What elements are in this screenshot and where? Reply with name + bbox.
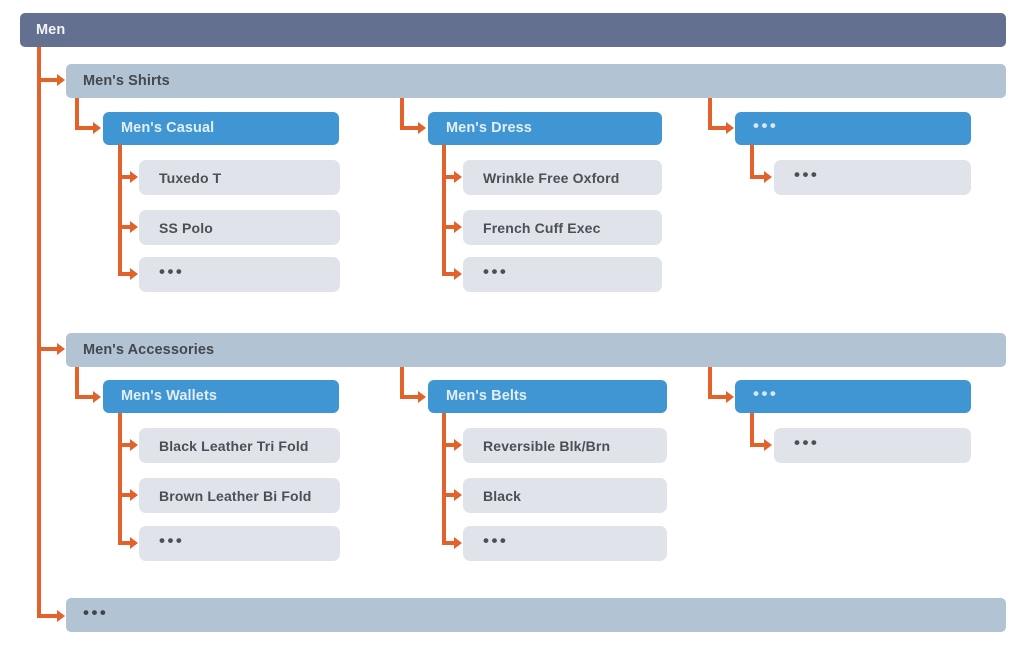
node-label: Brown Leather Bi Fold [159,487,312,504]
node-label: Men's Casual [121,120,215,137]
connector-accessories-more-trunk [750,412,754,447]
node-item-brown-leather-bi-fold[interactable]: Brown Leather Bi Fold [139,478,340,513]
arrow-shirts-to-dress [418,122,426,134]
connector-root-trunk [37,45,41,618]
node-item-dress-more[interactable]: ••• [463,257,662,292]
arrow-belts-to-item-1 [454,439,462,451]
arrow-dress-to-item-2 [454,221,462,233]
connector-dress-trunk [442,144,446,276]
node-label: Black [483,487,522,504]
ellipsis-icon: ••• [794,165,820,184]
node-label: French Cuff Exec [483,219,601,236]
node-item-shirts-more-child[interactable]: ••• [774,160,971,195]
node-item-reversible-blk-brn[interactable]: Reversible Blk/Brn [463,428,667,463]
arrow-wallets-to-item-3 [130,537,138,549]
node-item-black[interactable]: Black [463,478,667,513]
arrow-shirts-to-casual [93,122,101,134]
node-item-tuxedo-t[interactable]: Tuxedo T [139,160,340,195]
node-item-accessories-more-child[interactable]: ••• [774,428,971,463]
connector-root-to-accessories [37,347,59,351]
arrow-accessories-to-wallets [93,391,101,403]
arrow-root-to-shirts [57,74,65,86]
arrow-root-to-more [57,610,65,622]
node-item-belts-more[interactable]: ••• [463,526,667,561]
connector-accessories-to-wallets [75,395,95,399]
arrow-shirts-to-more [726,122,734,134]
node-branch-more[interactable]: ••• [66,598,1006,632]
node-label: SS Polo [159,219,213,236]
connector-casual-trunk [118,144,122,276]
node-item-wrinkle-free-oxford[interactable]: Wrinkle Free Oxford [463,160,662,195]
ellipsis-icon: ••• [753,384,779,403]
ellipsis-icon: ••• [159,262,185,281]
node-label: Black Leather Tri Fold [159,437,309,454]
node-label: Reversible Blk/Brn [483,437,611,454]
ellipsis-icon: ••• [753,116,779,135]
node-label: Men's Shirts [83,72,170,89]
arrow-casual-to-item-2 [130,221,138,233]
node-group-accessories-more[interactable]: ••• [735,380,971,413]
node-item-black-leather-tri-fold[interactable]: Black Leather Tri Fold [139,428,340,463]
ellipsis-icon: ••• [794,433,820,452]
arrow-root-to-accessories [57,343,65,355]
arrow-accessories-more-to-item-1 [764,439,772,451]
connector-accessories-to-belts [400,395,420,399]
node-label: Men's Accessories [83,341,215,358]
node-item-ss-polo[interactable]: SS Polo [139,210,340,245]
node-label: Men's Belts [446,388,528,405]
connector-belts-trunk [442,412,446,545]
connector-shirts-to-more [708,126,728,130]
ellipsis-icon: ••• [83,602,109,622]
arrow-dress-to-item-3 [454,268,462,280]
ellipsis-icon: ••• [483,262,509,281]
node-group-shirts-more[interactable]: ••• [735,112,971,145]
node-branch-mens-shirts[interactable]: Men's Shirts [66,64,1006,98]
connector-shirts-to-dress [400,126,420,130]
node-item-french-cuff-exec[interactable]: French Cuff Exec [463,210,662,245]
arrow-accessories-to-belts [418,391,426,403]
node-group-mens-wallets[interactable]: Men's Wallets [103,380,339,413]
arrow-belts-to-item-2 [454,489,462,501]
node-group-mens-casual[interactable]: Men's Casual [103,112,339,145]
arrow-wallets-to-item-1 [130,439,138,451]
node-item-wallets-more[interactable]: ••• [139,526,340,561]
arrow-casual-to-item-3 [130,268,138,280]
node-branch-mens-accessories[interactable]: Men's Accessories [66,333,1006,367]
node-group-mens-belts[interactable]: Men's Belts [428,380,667,413]
node-root-men[interactable]: Men [20,13,1006,47]
arrow-dress-to-item-1 [454,171,462,183]
arrow-belts-to-item-3 [454,537,462,549]
node-label: Men's Dress [446,120,532,137]
sitemap-diagram: Men Men's Shirts Men's Casual Tuxedo T S… [0,0,1024,664]
node-label: Tuxedo T [159,169,222,186]
node-label: Men's Wallets [121,388,218,405]
arrow-shirts-more-to-item-1 [764,171,772,183]
arrow-accessories-to-more [726,391,734,403]
node-group-mens-dress[interactable]: Men's Dress [428,112,662,145]
connector-shirts-more-trunk [750,144,754,179]
node-item-casual-more[interactable]: ••• [139,257,340,292]
ellipsis-icon: ••• [483,531,509,550]
ellipsis-icon: ••• [159,531,185,550]
connector-accessories-to-more [708,395,728,399]
node-label: Men [36,21,66,38]
connector-root-to-shirts [37,78,59,82]
node-label: Wrinkle Free Oxford [483,169,620,186]
connector-shirts-to-casual [75,126,95,130]
arrow-wallets-to-item-2 [130,489,138,501]
connector-wallets-trunk [118,412,122,545]
arrow-casual-to-item-1 [130,171,138,183]
connector-root-to-more [37,614,59,618]
